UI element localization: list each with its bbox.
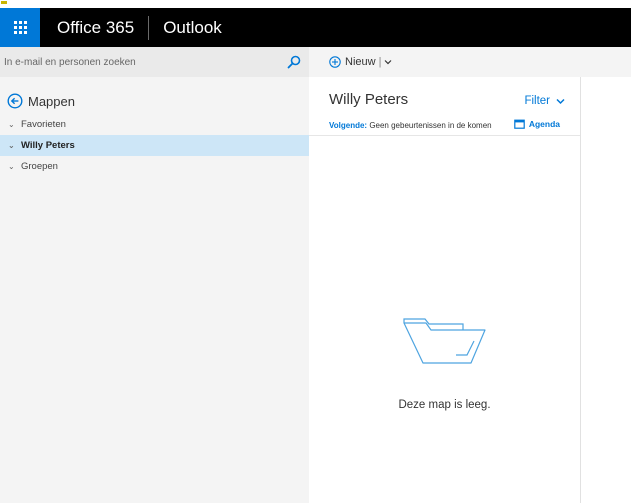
empty-folder-icon	[403, 318, 486, 364]
folder-item-label: Favorieten	[21, 119, 66, 130]
app-name[interactable]: Outlook	[163, 18, 222, 38]
new-button[interactable]: Nieuw	[345, 56, 376, 68]
folders-heading-label: Mappen	[28, 93, 75, 109]
chevron-down-icon[interactable]: ⌄	[8, 162, 15, 171]
agenda-button[interactable]: Agenda	[509, 119, 560, 129]
header-divider	[148, 15, 150, 40]
next-event-key: Volgende:	[329, 121, 368, 130]
top-bar: Office 365 Outlook	[0, 8, 631, 47]
chevron-down-icon[interactable]	[384, 58, 392, 66]
folder-item-label: Groepen	[21, 161, 58, 172]
chevron-down-icon	[556, 98, 565, 105]
message-list-pane: Willy Peters Filter Volgende: Geen gebeu…	[309, 77, 581, 503]
chevron-down-icon[interactable]: ⌄	[8, 120, 15, 129]
next-event[interactable]: Volgende: Geen gebeurtenissen in de kome…	[329, 121, 492, 130]
reading-pane	[581, 77, 631, 503]
window-top-strip	[0, 0, 631, 8]
command-separator: |	[378, 56, 382, 68]
list-divider	[309, 135, 580, 136]
calendar-icon	[514, 119, 525, 129]
command-bar: Nieuw |	[309, 47, 631, 77]
plus-circle-icon[interactable]	[329, 56, 341, 68]
chevron-down-icon[interactable]: ⌄	[8, 141, 15, 150]
folder-item-groepen[interactable]: ⌄ Groepen	[0, 156, 309, 177]
filter-button[interactable]: Filter	[524, 95, 565, 107]
back-arrow-icon	[7, 93, 23, 109]
search-input[interactable]	[4, 56, 287, 68]
folder-item-willy-peters[interactable]: ⌄ Willy Peters	[0, 135, 309, 156]
empty-folder-message: Deze map is leeg.	[398, 399, 491, 411]
app-launcher-icon	[13, 21, 27, 34]
search-bar	[0, 47, 309, 77]
search-icon[interactable]	[287, 55, 301, 69]
folder-item-label: Willy Peters	[21, 140, 75, 151]
filter-label: Filter	[524, 95, 550, 107]
folder-title: Willy Peters	[329, 91, 409, 108]
app-launcher-button[interactable]	[0, 8, 40, 47]
window-marker	[1, 1, 7, 4]
brand-label[interactable]: Office 365	[57, 18, 148, 38]
agenda-label: Agenda	[528, 119, 560, 129]
folder-item-favorieten[interactable]: ⌄ Favorieten	[0, 114, 309, 135]
next-event-value: Geen gebeurtenissen in de komen	[369, 121, 492, 130]
folder-pane: Mappen ⌄ Favorieten ⌄ Willy Peters ⌄ Gro…	[0, 77, 309, 503]
folders-heading[interactable]: Mappen	[7, 93, 75, 109]
